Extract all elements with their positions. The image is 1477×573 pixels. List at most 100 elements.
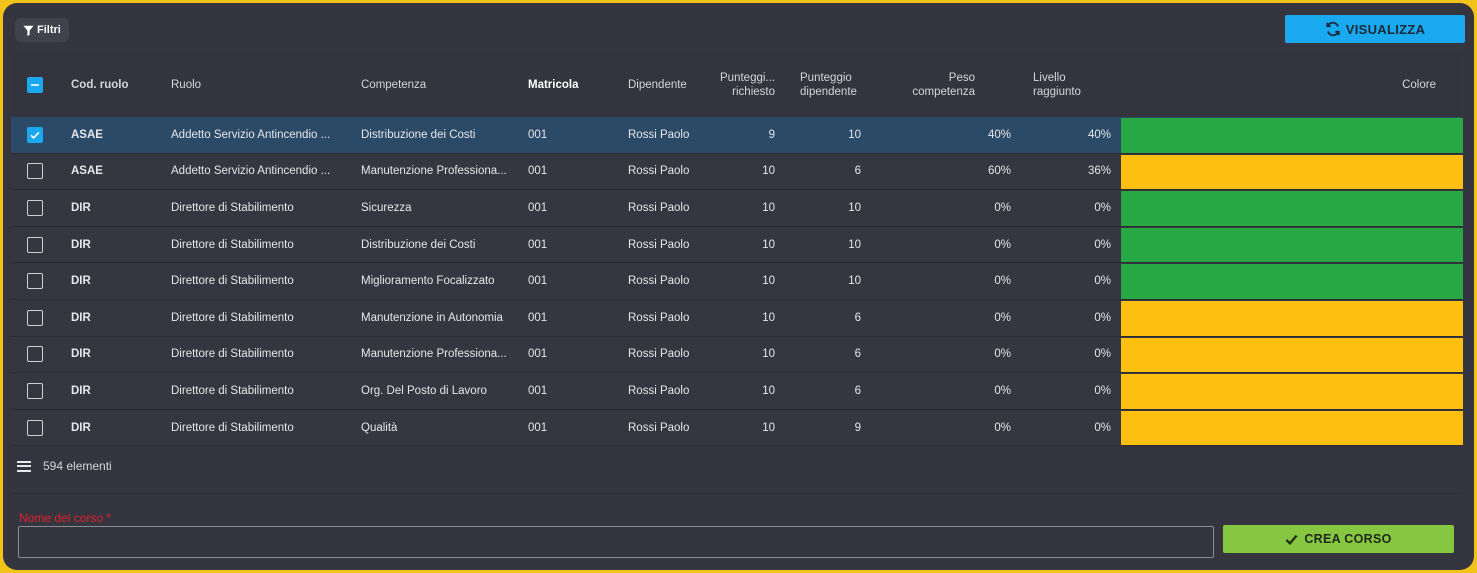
header-punteggio-richiesto[interactable]: Punteggi... richiesto [711,53,775,117]
table-row[interactable]: DIR Direttore di Stabilimento Distribuzion… [11,226,1463,264]
table-row[interactable]: DIR Direttore di Stabilimento Sicurezza 001… [11,190,1463,227]
app-window: Filtri VISUALIZZA Cod. ruolo Ruolo Compe… [3,3,1474,570]
header-livello-raggiunto[interactable]: Livello raggiunto [1033,53,1113,117]
cell-cod-ruolo-text: DIR [71,348,91,361]
row-checkbox[interactable] [27,236,43,253]
color-swatch [1121,227,1463,263]
cell-livello-raggiunto: 0% [1031,227,1111,263]
select-all-checkbox[interactable] [27,77,43,93]
row-checkbox[interactable] [27,419,43,436]
table-row[interactable]: DIR Direttore di Stabilimento Org. Del Pos… [11,373,1463,410]
cell-livello-raggiunto: 0% [1031,190,1111,226]
course-name-label: Nome del corso * [19,511,112,525]
cell-punteggio-dipendente-text: 10 [848,275,861,288]
cell-livello-raggiunto: 0% [1031,373,1111,409]
cell-competenza-text: Manutenzione in Autonomia [361,311,503,324]
header-cod-ruolo[interactable]: Cod. ruolo [71,53,151,117]
cell-peso-competenza-text: 0% [994,384,1011,397]
cell-punteggio-dipendente: 9 [791,410,861,446]
row-checkbox[interactable] [27,126,43,143]
cell-punteggio-dipendente-text: 10 [848,201,861,214]
cell-punteggio-richiesto: 10 [711,227,775,263]
header-competenza[interactable]: Competenza [361,53,509,117]
cell-cod-ruolo-text: DIR [71,275,91,288]
cell-livello-raggiunto-text: 0% [1094,348,1111,361]
header-matricola[interactable]: Matricola [528,53,588,117]
cell-matricola: 001 [528,190,588,226]
cell-punteggio-richiesto-text: 10 [762,421,775,434]
table-row[interactable]: DIR Direttore di Stabilimento Migliorament… [11,263,1463,300]
cell-competenza: Distribuzione dei Costi [361,117,509,153]
check-icon [1285,534,1298,545]
header-ruolo[interactable]: Ruolo [171,53,339,117]
cell-punteggio-dipendente-text: 6 [854,348,861,361]
cell-ruolo: Direttore di Stabilimento [171,300,339,336]
cell-livello-raggiunto: 0% [1031,410,1111,446]
row-select-cell [25,337,45,373]
table-row[interactable]: DIR Direttore di Stabilimento Qualità 001 Ro… [11,409,1463,447]
cell-livello-raggiunto: 36% [1031,154,1111,190]
cell-punteggio-richiesto-text: 10 [762,201,775,214]
course-name-input[interactable] [18,526,1214,558]
cell-ruolo-text: Direttore di Stabilimento [171,421,294,434]
cell-competenza-text: Distribuzione dei Costi [361,128,476,141]
table-row[interactable]: ASAE Addetto Servizio Antincendio ... Manu… [11,153,1463,191]
cell-punteggio-richiesto-text: 10 [762,275,775,288]
row-checkbox[interactable] [27,309,43,326]
crea-corso-label: CREA CORSO [1304,532,1392,546]
cell-cod-ruolo-text: DIR [71,238,91,251]
cell-matricola: 001 [528,410,588,446]
cell-ruolo: Direttore di Stabilimento [171,410,339,446]
menu-icon[interactable] [17,460,31,472]
cell-competenza: Sicurezza [361,190,509,226]
table-row[interactable]: ASAE Addetto Servizio Antincendio ... Dist… [11,117,1463,154]
cell-ruolo: Direttore di Stabilimento [171,373,339,409]
cell-competenza-text: Miglioramento Focalizzato [361,275,495,288]
row-select-cell [25,190,45,226]
cell-ruolo: Addetto Servizio Antincendio ... [171,154,339,190]
cell-competenza-text: Qualità [361,421,398,434]
row-checkbox[interactable] [27,346,43,363]
table-row[interactable]: DIR Direttore di Stabilimento Manutenzione… [11,336,1463,374]
cell-dipendente: Rossi Paolo [628,154,708,190]
header-dipendente[interactable]: Dipendente [628,53,708,117]
header-punteggio-dipendente[interactable]: Punteggio dipendente [800,53,870,117]
cell-dipendente-text: Rossi Paolo [628,275,690,288]
cell-peso-competenza: 0% [891,410,1011,446]
cell-dipendente: Rossi Paolo [628,373,708,409]
cell-competenza-text: Distribuzione dei Costi [361,238,476,251]
cell-peso-competenza-text: 0% [994,311,1011,324]
cell-ruolo: Addetto Servizio Antincendio ... [171,117,339,153]
cell-punteggio-dipendente: 6 [791,300,861,336]
row-checkbox[interactable] [27,199,43,216]
cell-punteggio-dipendente-text: 10 [848,128,861,141]
cell-matricola: 001 [528,300,588,336]
cell-cod-ruolo: DIR [71,300,151,336]
header-peso-competenza[interactable]: Peso competenza [861,53,975,117]
cell-dipendente-text: Rossi Paolo [628,311,690,324]
table-row[interactable]: DIR Direttore di Stabilimento Manutenzione… [11,299,1463,337]
cell-ruolo: Direttore di Stabilimento [171,227,339,263]
cell-dipendente: Rossi Paolo [628,117,708,153]
cell-livello-raggiunto-text: 0% [1094,421,1111,434]
cell-dipendente: Rossi Paolo [628,190,708,226]
cell-livello-raggiunto-text: 0% [1094,311,1111,324]
row-select-cell [25,227,45,263]
row-checkbox[interactable] [27,163,43,180]
refresh-icon [1326,21,1340,37]
row-checkbox[interactable] [27,382,43,399]
cell-dipendente-text: Rossi Paolo [628,384,690,397]
color-swatch [1121,374,1463,409]
cell-punteggio-richiesto-text: 9 [768,128,775,141]
filter-button[interactable]: Filtri [15,18,69,42]
header-colore[interactable]: Colore [1121,53,1436,117]
cell-dipendente-text: Rossi Paolo [628,238,690,251]
cell-punteggio-dipendente-text: 6 [854,311,861,324]
crea-corso-button[interactable]: CREA CORSO [1223,525,1454,553]
cell-cod-ruolo-text: ASAE [71,165,103,178]
cell-matricola-text: 001 [528,384,548,397]
visualizza-button[interactable]: VISUALIZZA [1285,15,1465,43]
cell-dipendente-text: Rossi Paolo [628,165,690,178]
color-swatch [1121,191,1463,226]
row-checkbox[interactable] [27,273,43,290]
